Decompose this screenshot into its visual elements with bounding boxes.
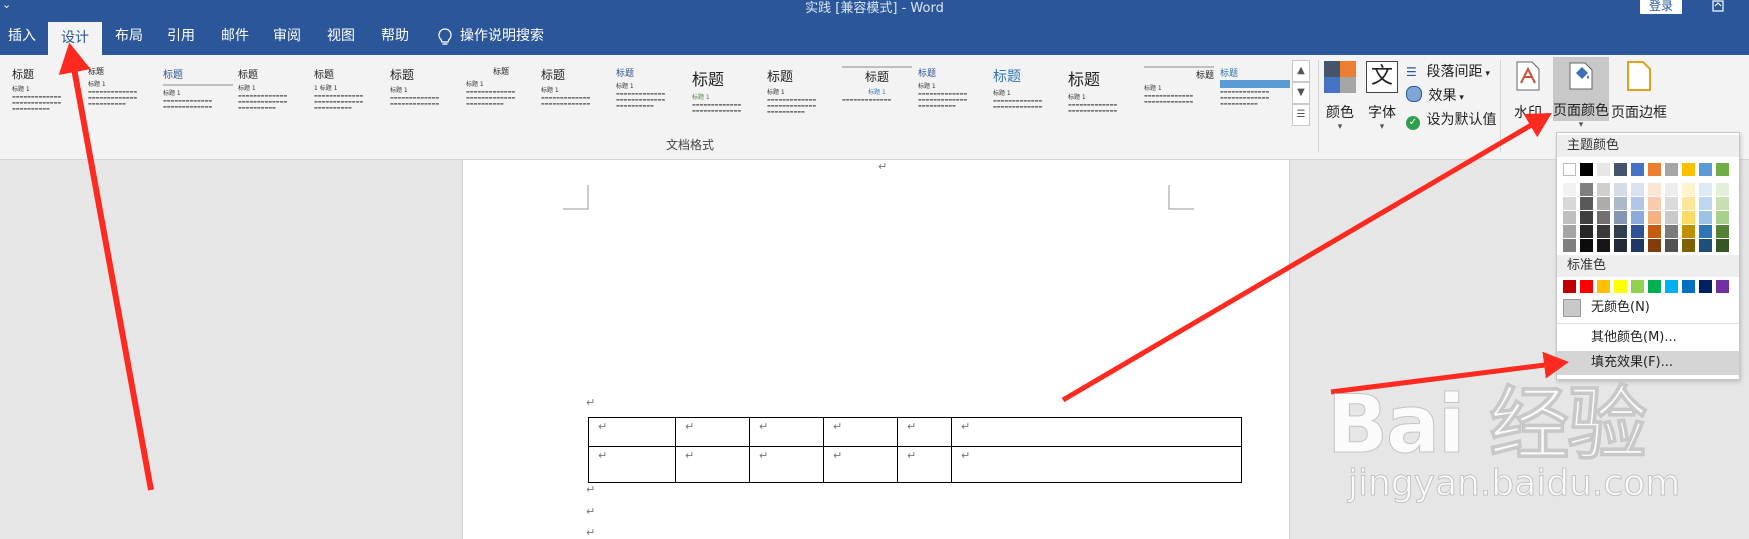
annotation-arrows xyxy=(58,42,1569,491)
red-annotation-arrow xyxy=(1330,351,1569,395)
red-annotation-arrow xyxy=(1061,112,1552,403)
red-annotation-arrow xyxy=(58,42,154,491)
